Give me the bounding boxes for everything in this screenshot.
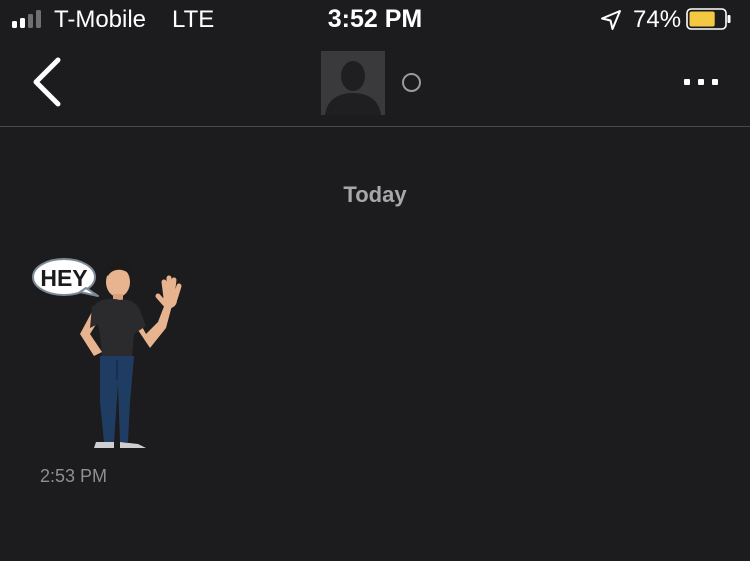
status-bar: T-Mobile LTE 3:52 PM 74% (0, 0, 750, 40)
presence-circle-icon (402, 73, 421, 92)
conversation-header (0, 40, 750, 127)
sticker-text: HEY (40, 265, 87, 291)
more-dots-icon (684, 79, 718, 85)
more-options-button[interactable] (676, 64, 726, 100)
battery-percent: 74% (633, 6, 682, 33)
chat-screen: T-Mobile LTE 3:52 PM 74% Today HEY 2:53 … (0, 0, 750, 561)
avatar-placeholder-icon (321, 51, 385, 115)
waving-man-sticker-icon: HEY (32, 258, 182, 448)
location-arrow-icon (601, 10, 621, 30)
back-chevron-icon (33, 57, 61, 107)
message-timestamp: 2:53 PM (40, 466, 108, 486)
day-separator: Today (343, 182, 407, 207)
back-button[interactable] (24, 54, 74, 110)
battery-icon (686, 8, 731, 30)
contact-avatar[interactable] (321, 51, 385, 115)
sticker-message[interactable]: HEY (28, 252, 188, 452)
